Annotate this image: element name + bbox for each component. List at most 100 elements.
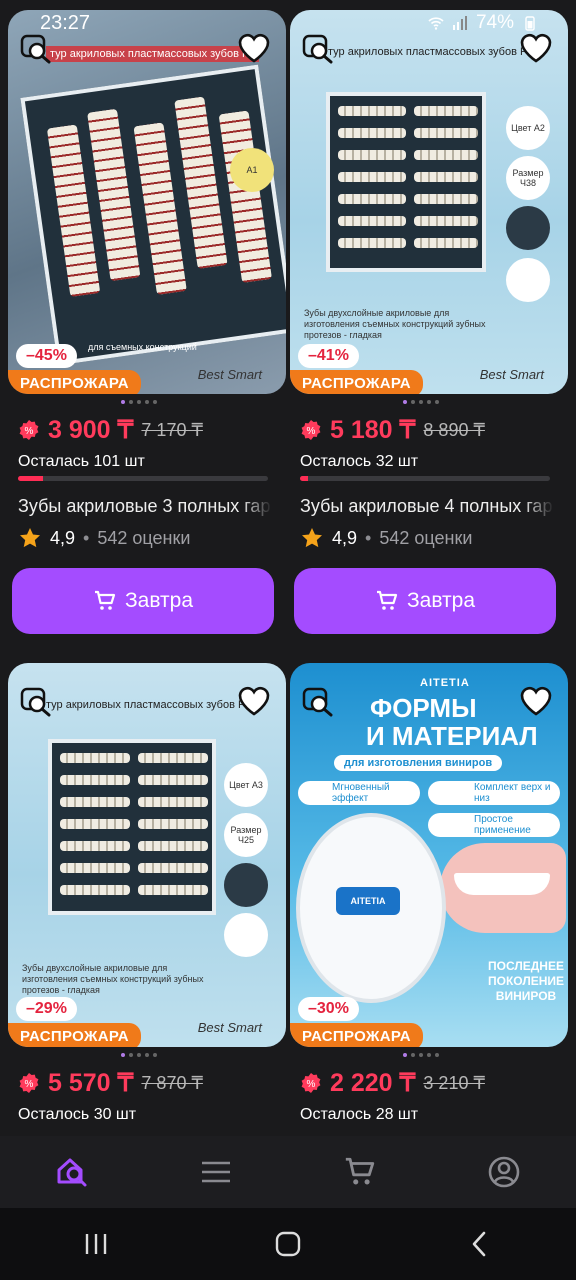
stock-text: Осталось 28 шт [300,1106,419,1123]
stock-progress-bar [18,476,268,481]
image-teeth-thumb [224,863,268,907]
stock-progress-bar [300,476,550,481]
svg-text:%: % [25,426,34,437]
image-note: Зубы двухслойные акриловые для изготовле… [22,963,204,995]
star-icon [302,528,322,548]
image-feature: Мгновенный эффект [298,781,420,805]
veneer-case-illustration: AITETIA [296,813,446,1003]
system-navigation-bar [0,1208,576,1280]
rating-value: 4,9 [50,527,76,548]
old-price: 7 170 ₸ [141,419,203,440]
rating-row: 4,9 • 542 оценки [18,526,190,550]
product-title[interactable]: Зубы акриловые 3 полных гарнитура [18,496,272,517]
image-pager-dots [403,400,439,404]
svg-text:%: % [25,1079,34,1090]
product-card[interactable]: тур акриловых пластмассовых зубов Fe Цве… [290,10,568,634]
star-icon [20,528,40,548]
image-teeth-thumb [224,913,268,957]
image-pager-dots [121,400,157,404]
add-to-cart-button[interactable]: Завтра [294,568,556,634]
image-tag-line: ВИНИРОВ [495,989,557,1003]
tab-cart[interactable] [340,1152,380,1192]
image-headline-2: И МАТЕРИАЛ [366,721,538,751]
product-card[interactable]: тур акриловых пластмассовых зубов Fe Цве… [8,663,286,1123]
home-nav-icon [275,1231,301,1257]
bottom-tab-bar [0,1136,576,1208]
discount-percent-icon: % [19,1073,39,1093]
product-card[interactable]: AITETIA ФОРМЫ И МАТЕРИАЛ для изготовлени… [290,663,568,1123]
profile-icon [488,1156,520,1188]
stock-text: Осталось 30 шт [18,1106,137,1123]
image-shade-badge: A1 [230,148,274,192]
sale-badge: РАСПРОЖАРА [290,370,423,394]
favorite-heart-icon[interactable] [518,683,554,719]
product-image[interactable]: тур акриловых пластмассовых зубов Fe A1 … [8,10,286,394]
image-headline-1: ФОРМЫ [370,693,477,723]
stock-progress-fill [300,476,308,481]
product-card[interactable]: тур акриловых пластмассовых зубов Fe A1 … [8,10,286,634]
discount-badge: –29% [16,997,77,1021]
product-image[interactable]: тур акриловых пластмассовых зубов Fe Цве… [290,10,568,394]
back-button[interactable] [450,1224,510,1264]
status-time: 23:27 [40,12,91,34]
teeth-tray-illustration [326,92,486,272]
home-button[interactable] [258,1224,318,1264]
old-price: 8 890 ₸ [423,419,485,440]
image-pager-dots [403,1053,439,1057]
add-to-cart-button[interactable]: Завтра [12,568,274,634]
stock-text: Осталась 101 шт [18,453,145,470]
image-teeth-thumb [506,258,550,302]
signal-icon [452,16,467,30]
add-to-cart-label: Завтра [124,589,194,612]
old-price: 3 210 ₸ [423,1072,485,1093]
image-tag-line: ПОКОЛЕНИЕ [488,974,565,988]
discount-percent-icon: % [301,420,321,440]
price-row: % 2 220 ₸ 3 210 ₸ [300,1068,485,1098]
favorite-heart-icon[interactable] [236,683,272,719]
svg-text:%: % [307,426,316,437]
find-similar-icon[interactable] [18,683,54,719]
home-search-icon [57,1158,87,1187]
image-color-badge: Цвет А2 [506,106,550,150]
cart-icon [376,590,398,610]
tab-profile[interactable] [484,1152,524,1192]
stock-text: Осталось 32 шт [300,453,419,470]
discount-badge: –45% [16,344,77,368]
image-teeth-thumb [506,206,550,250]
current-price: 2 220 ₸ [330,1069,416,1097]
tab-home[interactable] [52,1152,92,1192]
rating-row: 4,9 • 542 оценки [300,526,472,550]
discount-percent-icon: % [301,1073,321,1093]
recent-apps-button[interactable] [66,1224,126,1264]
recent-apps-icon [85,1234,107,1254]
status-icons: 74% [428,12,538,34]
image-header-text: тур акриловых пластмассовых зубов Fe [46,699,251,711]
menu-icon [202,1161,230,1183]
battery-level: 74% [475,12,514,33]
sale-badge: РАСПРОЖАРА [8,370,141,394]
rating-separator: • [365,527,372,548]
image-tag-line: ПОСЛЕДНЕЕ [488,959,564,973]
status-bar: 23:27 74% [0,0,576,48]
review-count: 542 оценки [379,527,473,548]
image-size-badge: Размер Ч25 [224,813,268,857]
image-subtitle: для изготовления виниров [334,755,503,771]
find-similar-icon[interactable] [300,683,336,719]
current-price: 5 570 ₸ [48,1069,134,1097]
cart-icon [345,1157,375,1185]
rating-value: 4,9 [332,527,358,548]
product-title[interactable]: Зубы акриловые 4 полных гарнитура [300,496,554,517]
image-brand: Best Smart [479,367,544,382]
image-size-badge: Размер Ч38 [506,156,550,200]
svg-text:%: % [307,1079,316,1090]
app-screen: 23:27 74% тур акриловых пластмассовых зу… [0,0,576,1280]
discount-badge: –30% [298,997,359,1021]
cart-icon [94,590,116,610]
price-row: % 3 900 ₸ 7 170 ₸ [18,415,203,445]
product-image[interactable]: тур акриловых пластмассовых зубов Fe Цве… [8,663,286,1047]
image-note: Зубы двухслойные акриловые для изготовле… [304,308,486,340]
product-image[interactable]: AITETIA ФОРМЫ И МАТЕРИАЛ для изготовлени… [290,663,568,1047]
price-row: % 5 570 ₸ 7 870 ₸ [18,1068,203,1098]
discount-badge: –41% [298,344,359,368]
tab-catalog[interactable] [196,1152,236,1192]
